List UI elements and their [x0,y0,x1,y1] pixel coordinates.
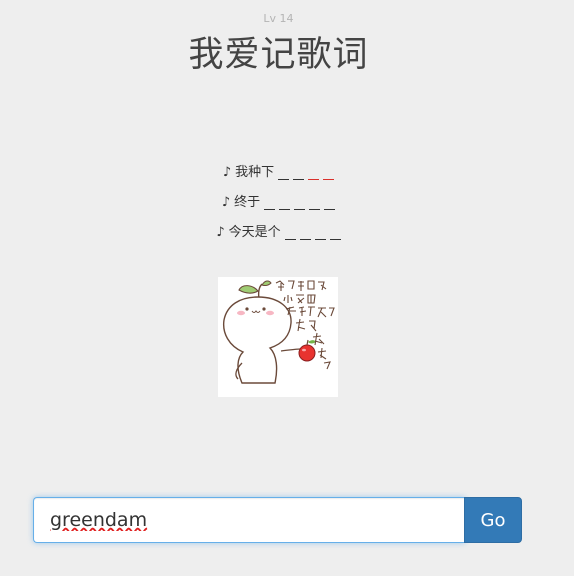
level-label: Lv 14 [263,12,294,25]
lyric-blanks [264,197,336,210]
lyric-line-1: ♪ 我种下 [0,158,557,188]
blank-slot [279,197,291,210]
lyric-line-3: ♪ 今天是个 [0,218,557,248]
lyric-blanks [278,167,335,180]
go-button[interactable]: Go [464,497,522,543]
blank-slot [299,227,311,240]
highlighted-blank-slot [323,167,335,180]
blank-slot [314,227,326,240]
lyric-text: 我种下 [235,165,275,180]
blank-slot [324,197,336,210]
sprout-character-icon [222,280,335,384]
sprout-apple-illustration [218,277,338,397]
lyric-blanks [284,227,341,240]
lyric-text: 今天是个 [228,225,281,240]
blank-slot [284,227,296,240]
blank-slot [264,197,276,210]
game-page: Lv 14 我爱记歌词 ♪ 我种下 ♪ 终于 ♪ 今天是个 greendam G… [0,0,574,576]
lyric-line-2: ♪ 终于 [0,188,557,218]
blank-slot [294,197,306,210]
blank-slot [278,167,290,180]
lyric-answer-input[interactable] [33,497,465,543]
blank-slot [329,227,341,240]
page-title: 我爱记歌词 [188,35,369,75]
blank-slot [293,167,305,180]
blank-slot [309,197,321,210]
music-note-icon: ♪ [216,225,225,240]
music-note-icon: ♪ [222,165,232,180]
lyric-text: 终于 [234,195,261,210]
music-note-icon: ♪ [221,195,231,210]
lyric-list: ♪ 我种下 ♪ 终于 ♪ 今天是个 [0,158,557,248]
highlighted-blank-slot [308,167,320,180]
